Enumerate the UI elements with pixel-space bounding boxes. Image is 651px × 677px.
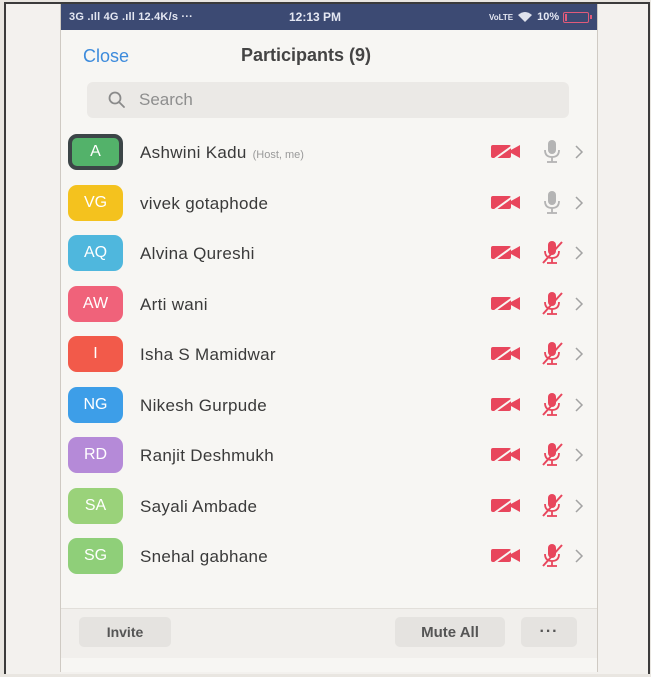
mute-all-button[interactable]: Mute All [395,617,505,647]
microphone-icon[interactable] [539,441,565,467]
phone-screen: 3G .ıll 4G .ıll 12.4K/s ··· 12:13 PM VoL… [60,4,598,672]
participant-list: A Ashwini Kadu (Host, me) VG vivek gotaph… [61,128,597,583]
avatar-initials: SA [84,496,107,514]
participant-row[interactable]: AQ Alvina Qureshi [61,229,597,280]
participant-name-text: vivek gotaphode [140,193,269,213]
search-input[interactable] [137,89,521,111]
microphone-icon[interactable] [539,239,565,265]
participant-row[interactable]: A Ashwini Kadu (Host, me) [61,128,597,179]
participant-row[interactable]: I Isha S Mamidwar [61,330,597,381]
signal-indicator: 3G .ıll 4G .ıll 12.4K/s ··· [69,11,193,23]
microphone-icon[interactable] [539,138,565,164]
battery-icon [563,11,593,23]
video-off-icon[interactable] [489,141,523,161]
participant-name: Snehal gabhane [140,547,274,567]
participants-header: Close Participants (9) [61,30,597,80]
participant-name: Alvina Qureshi [140,244,261,264]
participant-name: Arti wani [140,295,214,315]
network-label: VoLTE [489,12,514,22]
avatar-initials: SG [83,547,108,564]
participant-name: Isha S Mamidwar [140,345,282,365]
footer-toolbar: Invite Mute All ··· [61,608,597,659]
avatar-initials: I [93,345,98,362]
video-off-icon[interactable] [489,545,523,565]
chevron-right-icon[interactable] [574,397,584,413]
microphone-icon[interactable] [539,189,565,215]
more-options-button[interactable]: ··· [521,617,577,647]
chevron-right-icon[interactable] [574,447,584,463]
microphone-icon[interactable] [539,542,565,568]
chevron-right-icon[interactable] [574,144,584,160]
status-bar: 3G .ıll 4G .ıll 12.4K/s ··· 12:13 PM VoL… [61,4,597,30]
chevron-right-icon[interactable] [574,498,584,514]
status-right: VoLTE 10% [489,11,593,23]
battery-fill [565,13,568,21]
avatar: AW [68,285,123,322]
invite-button[interactable]: Invite [79,617,171,647]
participant-name: Sayali Ambade [140,497,263,517]
participant-name-text: Isha S Mamidwar [140,345,276,364]
participant-name-text: Nikesh Gurpude [140,395,268,415]
participant-row[interactable]: AW Arti wani [61,280,597,331]
video-off-icon[interactable] [489,292,523,313]
video-off-icon[interactable] [489,191,523,212]
video-off-icon[interactable] [489,242,523,262]
avatar: I [68,336,123,372]
participant-name-text: Sayali Ambade [140,496,258,516]
avatar: AQ [68,235,123,271]
avatar-initials: A [90,143,101,160]
chevron-right-icon[interactable] [574,548,584,564]
avatar-initials: NG [83,395,108,413]
participant-name: vivek gotaphode [140,194,274,214]
microphone-icon[interactable] [539,492,565,518]
avatar: A [68,134,123,170]
battery-percent: 10% [537,11,560,23]
participant-name-text: Alvina Qureshi [140,244,255,263]
avatar: RD [68,437,123,473]
participant-row[interactable]: NG Nikesh Gurpude [61,381,597,432]
video-off-icon[interactable] [489,444,523,464]
page-title: Participants (9) [241,45,372,65]
participant-name-text: Arti wani [140,294,208,314]
search-icon [108,91,125,108]
avatar-initials: VG [83,193,108,211]
wifi-icon [518,12,533,22]
participant-role-tag: (Host, me) [252,149,304,161]
participant-row[interactable]: VG vivek gotaphode [61,179,597,230]
participant-row[interactable]: SG Snehal gabhane [61,532,597,583]
participant-name-text: Snehal gabhane [140,547,269,566]
avatar-initials: RD [83,446,108,463]
video-off-icon[interactable] [489,393,523,414]
participant-name: Ranjit Deshmukh [140,446,280,466]
participant-name-text: Ranjit Deshmukh [140,446,274,465]
participant-name: Nikesh Gurpude [140,396,273,416]
avatar: NG [68,386,123,423]
participant-row[interactable]: SA Sayali Ambade [61,482,597,533]
close-button[interactable]: Close [83,46,129,67]
avatar: SA [68,487,123,524]
participant-name-text: Ashwini Kadu [140,143,247,162]
chevron-right-icon[interactable] [574,195,584,211]
phone-bottom [61,658,597,672]
search-box[interactable] [87,82,569,118]
chevron-right-icon[interactable] [574,296,584,312]
microphone-icon[interactable] [539,290,565,316]
chevron-right-icon[interactable] [574,346,584,362]
avatar-initials: AW [82,294,109,312]
avatar: SG [68,538,123,574]
participant-row[interactable]: RD Ranjit Deshmukh [61,431,597,482]
chevron-right-icon[interactable] [574,245,584,261]
participant-name: Ashwini Kadu (Host, me) [140,143,304,163]
avatar: VG [68,184,123,221]
microphone-icon[interactable] [539,391,565,417]
microphone-icon[interactable] [539,340,565,366]
status-time: 12:13 PM [289,10,342,24]
avatar-initials: AQ [83,244,108,261]
video-off-icon[interactable] [489,343,523,363]
video-off-icon[interactable] [489,494,523,515]
